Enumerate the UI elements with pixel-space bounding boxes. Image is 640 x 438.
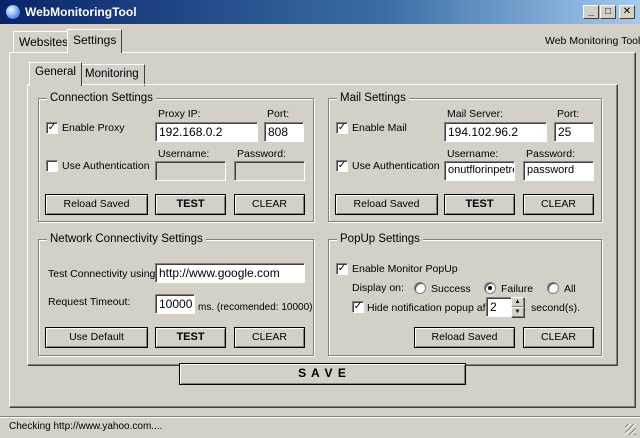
- status-bar: Checking http://www.yahoo.com....: [0, 416, 640, 438]
- tab-websites[interactable]: Websites: [13, 31, 75, 53]
- status-text: Checking http://www.yahoo.com....: [9, 421, 163, 432]
- minimize-button[interactable]: _: [583, 5, 599, 19]
- window-title: WebMonitoringTool: [25, 5, 137, 19]
- close-button[interactable]: ✕: [619, 5, 635, 19]
- resize-grip-icon[interactable]: [625, 424, 636, 435]
- app-header-label: Web Monitoring Tool: [545, 35, 640, 47]
- tab-general[interactable]: General: [29, 62, 82, 86]
- tab-settings[interactable]: Settings: [67, 29, 123, 53]
- title-bar[interactable]: WebMonitoringTool _ □ ✕: [0, 0, 640, 24]
- tab-monitoring[interactable]: Monitoring: [79, 64, 145, 86]
- maximize-button[interactable]: □: [600, 5, 616, 19]
- app-window: WebMonitoringTool _ □ ✕ Websites Setting…: [0, 0, 640, 438]
- connection-settings-group: [38, 98, 314, 222]
- app-globe-icon: [5, 4, 21, 20]
